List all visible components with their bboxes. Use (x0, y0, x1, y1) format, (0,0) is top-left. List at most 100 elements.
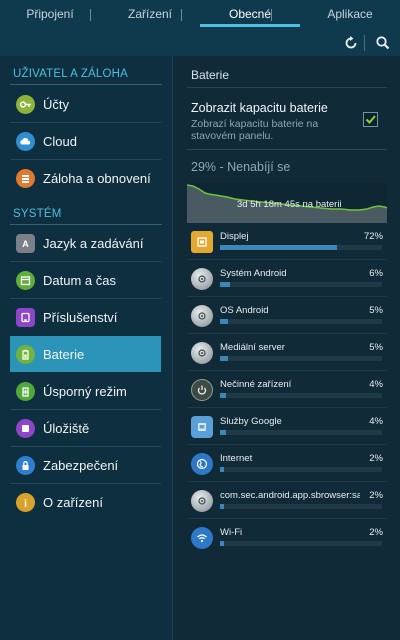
sidebar-item-label: O zařízení (43, 494, 103, 510)
usage-row-wifi[interactable]: Wi-Fi 2% (191, 525, 387, 555)
sidebar-item-label: Úsporný režim (43, 383, 127, 399)
battery-time-label: 3d 5h 18m 45s na baterii (237, 199, 342, 210)
usage-bar (220, 504, 382, 509)
settings-sidebar: UŽIVATEL A ZÁLOHA Účty Cloud Záloha a ob… (0, 56, 172, 640)
sidebar-item-cloud[interactable]: Cloud (10, 123, 161, 159)
tab-aplikace[interactable]: Aplikace (300, 0, 400, 30)
usage-bar-fill (220, 245, 337, 250)
info-icon: i (16, 492, 35, 512)
usage-name: Mediální server (220, 342, 285, 353)
sidebar-item-label: Datum a čas (43, 272, 116, 288)
google-services-icon (191, 416, 213, 438)
divider (187, 481, 387, 482)
battery-icon (16, 344, 35, 364)
sidebar-item-o-zarizeni[interactable]: i O zařízení (10, 484, 161, 520)
show-battery-percentage-desc: Zobrazí kapacitu baterie na stavovém pan… (191, 118, 319, 142)
sidebar-item-uloziste[interactable]: Úložiště (10, 410, 161, 446)
tab-separator (271, 9, 272, 21)
usage-percent: 6% (369, 268, 383, 279)
sidebar-item-ucty[interactable]: Účty (10, 86, 161, 122)
usage-bar-fill (220, 430, 227, 435)
divider (187, 407, 387, 408)
sidebar-item-zabezpeceni[interactable]: Zabezpečení (10, 447, 161, 483)
show-battery-percentage-title[interactable]: Zobrazit kapacitu baterie (191, 101, 328, 115)
usage-name: Služby Google (220, 416, 282, 427)
usage-bar (220, 245, 382, 250)
usage-bar-fill (220, 282, 230, 287)
sidebar-item-jazyk-zadavani[interactable]: A Jazyk a zadávání (10, 225, 161, 261)
storage-icon (16, 418, 35, 438)
usage-row-os-android[interactable]: OS Android 5% (191, 303, 387, 333)
android-os-icon (191, 305, 213, 327)
sidebar-item-label: Cloud (43, 133, 77, 149)
svg-text:i: i (24, 498, 27, 509)
sidebar-item-usporny-rezim[interactable]: Úsporný režim (10, 373, 161, 409)
usage-row-internet[interactable]: Internet 2% (191, 451, 387, 481)
sidebar-item-prislusenstvi[interactable]: Příslušenství (10, 299, 161, 335)
tab-bar: Připojení Zařízení Obecné Aplikace (0, 0, 400, 30)
usage-bar-fill (220, 541, 225, 546)
divider (187, 333, 387, 334)
divider (187, 296, 387, 297)
android-system-icon (191, 268, 213, 290)
usage-name: OS Android (220, 305, 269, 316)
battery-status: 29% - Nenabíjí se (191, 160, 291, 174)
wifi-icon (191, 527, 213, 549)
sidebar-item-baterie[interactable]: Baterie (10, 336, 161, 372)
usage-percent: 2% (369, 453, 383, 464)
page-title: Baterie (191, 68, 230, 82)
usage-row-sbrowser[interactable]: com.sec.android.app.sbrowser:san. 2% (191, 488, 387, 518)
search-icon[interactable] (374, 34, 392, 52)
usage-bar-fill (220, 467, 225, 472)
divider (187, 370, 387, 371)
refresh-icon[interactable] (342, 34, 360, 52)
sidebar-item-label: Záloha a obnovení (43, 170, 151, 186)
key-icon (16, 94, 35, 114)
sidebar-item-label: Příslušenství (43, 309, 118, 325)
usage-bar (220, 393, 382, 398)
divider (10, 84, 162, 85)
sidebar-item-datum-cas[interactable]: Datum a čas (10, 262, 161, 298)
globe-icon (191, 453, 213, 475)
divider (187, 87, 387, 88)
usage-row-google-services[interactable]: Služby Google 4% (191, 414, 387, 444)
usage-percent: 4% (369, 379, 383, 390)
usage-row-displej[interactable]: Displej 72% (191, 229, 387, 259)
usage-bar (220, 430, 382, 435)
action-bar (0, 30, 400, 56)
backup-icon (16, 168, 35, 188)
tab-zarizeni[interactable]: Zařízení (100, 0, 200, 30)
sidebar-item-label: Úložiště (43, 420, 90, 436)
show-battery-percentage-checkbox[interactable] (363, 112, 378, 127)
sidebar-item-label: Zabezpečení (43, 457, 119, 473)
divider (187, 444, 387, 445)
usage-bar (220, 356, 382, 361)
sidebar-item-label: Účty (43, 96, 69, 112)
lock-icon (16, 455, 35, 475)
android-app-icon (191, 490, 213, 512)
idle-power-icon (191, 379, 213, 401)
cloud-icon (16, 131, 35, 151)
usage-bar (220, 319, 382, 324)
sidebar-item-zaloha-obnoveni[interactable]: Záloha a obnovení (10, 160, 161, 196)
divider (187, 518, 387, 519)
usage-percent: 72% (363, 231, 383, 242)
usage-name: Internet (220, 453, 253, 464)
usage-bar-fill (220, 504, 225, 509)
usage-row-idle[interactable]: Nečinné zařízení 4% (191, 377, 387, 407)
usage-row-system-android[interactable]: Systém Android 6% (191, 266, 387, 296)
usage-percent: 2% (369, 527, 383, 538)
divider (187, 259, 387, 260)
usage-row-media-server[interactable]: Mediální server 5% (191, 340, 387, 370)
section-header-user-backup: UŽIVATEL A ZÁLOHA (13, 68, 129, 80)
usage-bar (220, 467, 382, 472)
power-saving-icon (16, 381, 35, 401)
tab-pripojeni[interactable]: Připojení (0, 0, 100, 30)
accessory-icon (16, 307, 35, 327)
usage-percent: 5% (369, 342, 383, 353)
tab-obecne[interactable]: Obecné (200, 0, 300, 30)
keyboard-icon: A (16, 233, 35, 253)
divider (187, 149, 387, 150)
usage-bar-fill (220, 319, 229, 324)
usage-bar-fill (220, 356, 229, 361)
